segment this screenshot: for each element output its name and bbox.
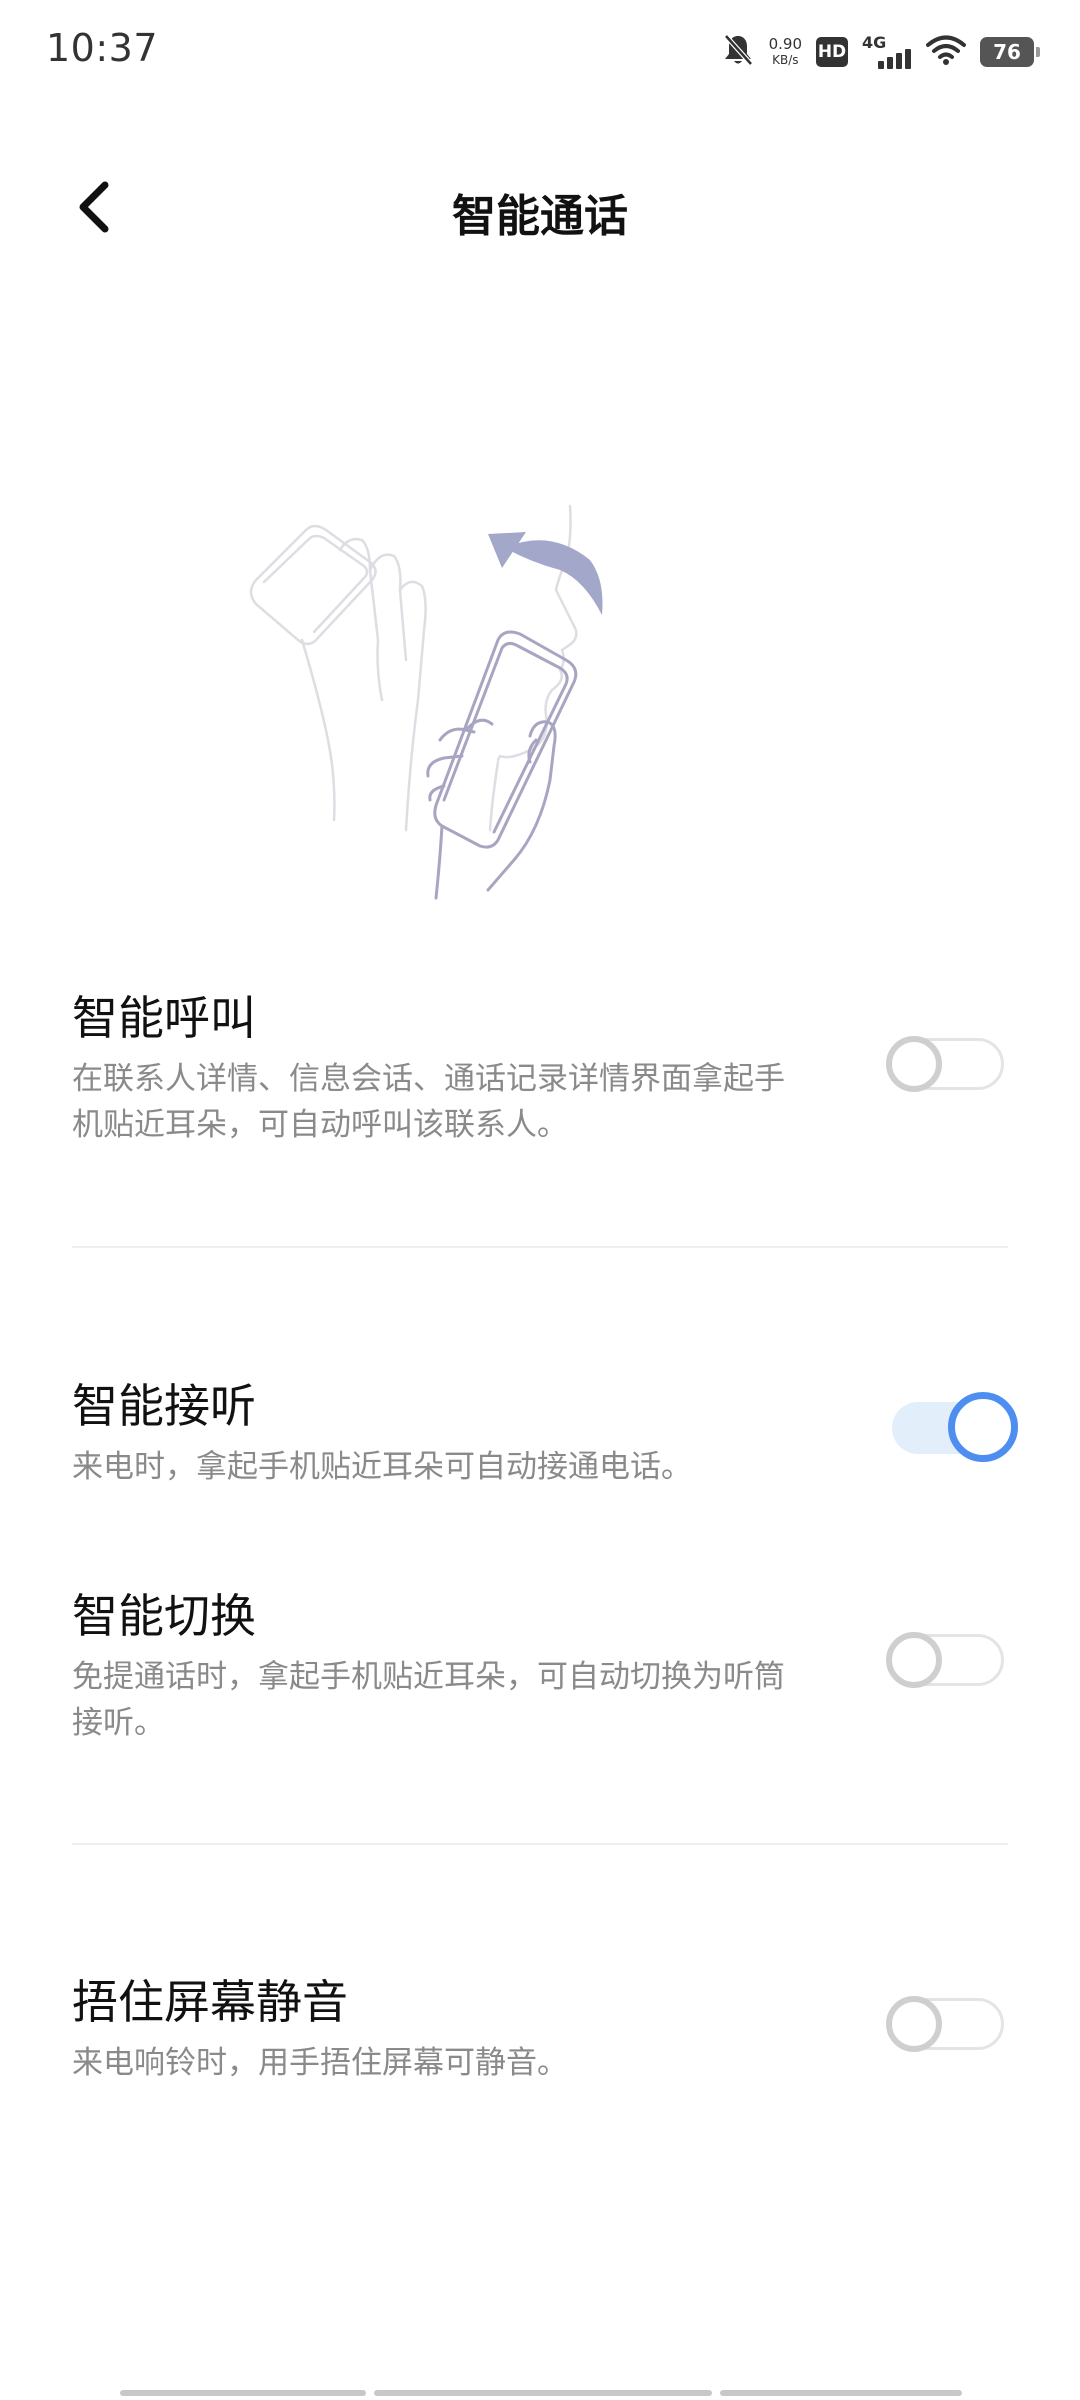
setting-description: 来电时，拿起手机贴近耳朵可自动接通电话。 [72,1449,692,1485]
status-bar: 10:37 0.90 KB/s HD 4G 76 [0,0,1080,104]
toggle-knob [886,1036,942,1092]
setting-title: 智能呼叫 [72,991,256,1045]
toggle-smart-answer[interactable] [886,1392,1018,1462]
network-speed-unit: KB/s [772,53,799,67]
wifi-icon [926,34,966,70]
toggle-knob [948,1392,1018,1462]
network-speed: 0.90 KB/s [769,36,802,68]
toggle-smart-call[interactable] [886,1032,1010,1096]
signal-icon: 4G [862,33,912,69]
setting-description: 免提通话时，拿起手机贴近耳朵，可自动切换为听筒接听。 [72,1659,785,1741]
status-time: 10:37 [46,26,159,70]
setting-description: 在联系人详情、信息会话、通话记录详情界面拿起手机贴近耳朵，可自动呼叫该联系人。 [72,1061,785,1143]
toggle-cover-mute[interactable] [886,1992,1010,2056]
bell-muted-icon [721,32,755,72]
setting-description: 来电响铃时，用手捂住屏幕可静音。 [72,2045,568,2081]
status-icons: 0.90 KB/s HD 4G 76 [721,30,1040,74]
setting-smart-switch: 智能切换 免提通话时，拿起手机贴近耳朵，可自动切换为听筒接听。 [72,1586,1012,1746]
divider [72,1843,1008,1845]
setting-title: 捂住屏幕静音 [72,1975,348,2029]
toggle-smart-switch[interactable] [886,1628,1010,1692]
setting-cover-mute: 捂住屏幕静音 来电响铃时，用手捂住屏幕可静音。 [72,1972,1012,2086]
setting-smart-answer: 智能接听 来电时，拿起手机贴近耳朵可自动接通电话。 [72,1376,1012,1490]
setting-smart-call: 智能呼叫 在联系人详情、信息会话、通话记录详情界面拿起手机贴近耳朵，可自动呼叫该… [72,988,1012,1148]
setting-title: 智能切换 [72,1589,256,1643]
battery-icon: 76 [980,37,1040,67]
battery-level: 76 [993,40,1021,64]
divider [72,1246,1008,1248]
toggle-knob [886,1632,942,1688]
gesture-bar[interactable] [120,2390,962,2396]
hd-badge: HD [816,37,848,67]
setting-title: 智能接听 [72,1379,256,1433]
page-header: 智能通话 [0,160,1080,260]
page-title: 智能通话 [452,191,628,242]
toggle-knob [886,1996,942,2052]
network-speed-value: 0.90 [768,35,802,53]
raise-to-ear-illustration [230,500,870,940]
